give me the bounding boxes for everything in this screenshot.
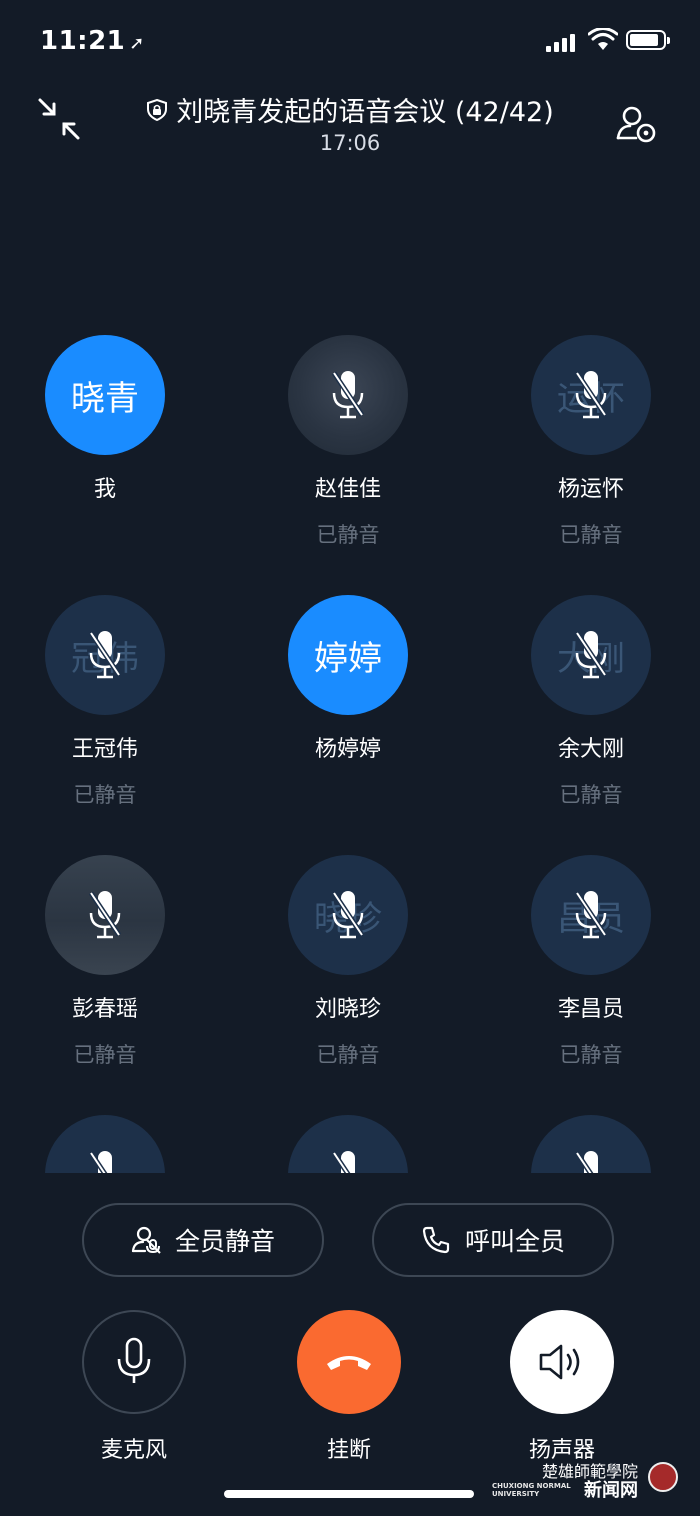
hang-up-button[interactable] [297, 1310, 401, 1414]
muted-status: 已静音 [73, 1043, 137, 1067]
home-indicator[interactable] [224, 1490, 474, 1498]
avatar: 运怀 [531, 335, 651, 455]
university-watermark: 楚雄師範學院 CHUXIONG NORMAL UNIVERSITY 新闻网 [492, 1458, 682, 1501]
hang-up-label: 挂断 [326, 1438, 371, 1463]
mic-muted-icon [88, 631, 122, 679]
participant-name: 余大刚 [557, 737, 624, 762]
avatar-initials: 婷婷 [314, 638, 382, 679]
avatar: 大刚 [531, 595, 651, 715]
mic-muted-icon [331, 1151, 362, 1173]
participant-tile[interactable]: 彭春瑶 已静音 [25, 855, 185, 1069]
phone-icon [422, 1226, 450, 1254]
avatar: 晓珍 [288, 855, 408, 975]
cellular-signal-icon [546, 34, 578, 52]
participant-name: 王冠伟 [71, 737, 138, 762]
muted-status: 已静音 [73, 783, 137, 807]
university-seal-icon [648, 1462, 678, 1492]
title-block: 刘晓青发起的语音会议 (42/42) 17:06 [100, 90, 600, 155]
muted-status: 已静音 [316, 523, 380, 547]
participant-tile[interactable] [268, 1115, 428, 1173]
participant-tile[interactable] [511, 1115, 671, 1173]
microphone-icon [117, 1337, 151, 1383]
call-all-label: 呼叫全员 [464, 1227, 565, 1256]
mic-muted-icon [574, 891, 608, 939]
wifi-icon [588, 28, 618, 50]
call-header: 刘晓青发起的语音会议 (42/42) 17:06 [0, 80, 700, 170]
participant-tile[interactable]: 昌员 李昌员 已静音 [511, 855, 671, 1069]
mute-all-button[interactable]: 全员静音 [82, 1203, 324, 1277]
participant-tile[interactable]: 婷婷 杨婷婷 [268, 595, 428, 763]
hangup-control[interactable]: 挂断 [279, 1310, 419, 1464]
meeting-title: 刘晓青发起的语音会议 (42/42) [146, 90, 554, 129]
battery-icon [626, 30, 670, 50]
clock-text: 11:21 [40, 26, 126, 56]
muted-status: 已静音 [316, 1043, 380, 1067]
mic-muted-icon [574, 371, 608, 419]
muted-status: 已静音 [559, 523, 623, 547]
avatar [45, 1115, 165, 1173]
participant-name: 李昌员 [557, 997, 624, 1022]
speaker-control[interactable]: 扬声器 [492, 1310, 632, 1464]
participant-tile[interactable]: 冠伟 王冠伟 已静音 [25, 595, 185, 809]
microphone-label: 麦克风 [100, 1438, 167, 1463]
participant-name: 杨运怀 [557, 477, 624, 502]
watermark-news: 新闻网 [584, 1480, 638, 1501]
status-bar: 11:21 ➚ [0, 0, 700, 80]
avatar: 婷婷 [288, 595, 408, 715]
hang-up-icon [327, 1356, 371, 1370]
manage-members-icon[interactable] [614, 102, 658, 146]
avatar: 冠伟 [45, 595, 165, 715]
call-all-button[interactable]: 呼叫全员 [372, 1203, 614, 1277]
call-duration: 17:06 [319, 131, 381, 155]
participant-name: 赵佳佳 [314, 477, 381, 502]
microphone-button[interactable] [82, 1310, 186, 1414]
participant-tile[interactable] [25, 1115, 185, 1173]
microphone-control[interactable]: 麦克风 [64, 1310, 204, 1464]
participant-tile[interactable]: 晓青 我 [25, 335, 185, 503]
meeting-title-text: 刘晓青发起的语音会议 (42/42) [176, 97, 554, 128]
participant-tile[interactable]: 运怀 杨运怀 已静音 [511, 335, 671, 549]
participant-name: 刘晓珍 [314, 997, 381, 1022]
watermark-en: CHUXIONG NORMAL UNIVERSITY [492, 1482, 571, 1498]
status-time: 11:21 ➚ [40, 26, 145, 56]
avatar-initials: 晓青 [71, 378, 139, 419]
avatar [288, 1115, 408, 1173]
participant-grid: 晓青 我 赵佳佳 已静音 运怀 杨运怀 已静音 冠伟 王冠伟 已静音 婷婷 杨婷… [0, 335, 700, 1173]
mic-muted-icon [88, 891, 122, 939]
avatar [531, 1115, 651, 1173]
mute-all-icon [131, 1226, 161, 1254]
participant-tile[interactable]: 晓珍 刘晓珍 已静音 [268, 855, 428, 1069]
avatar: 晓青 [45, 335, 165, 455]
mic-muted-icon [88, 1151, 119, 1173]
mic-muted-icon [574, 631, 608, 679]
muted-status: 已静音 [559, 1043, 623, 1067]
participant-tile[interactable]: 大刚 余大刚 已静音 [511, 595, 671, 809]
avatar: 昌员 [531, 855, 651, 975]
participant-name: 杨婷婷 [314, 737, 381, 762]
mic-muted-icon [331, 371, 365, 419]
mute-all-label: 全员静音 [174, 1227, 275, 1256]
avatar [288, 335, 408, 455]
participant-name: 我 [93, 477, 116, 502]
participant-name: 彭春瑶 [71, 997, 138, 1022]
participant-tile[interactable]: 赵佳佳 已静音 [268, 335, 428, 549]
mic-muted-icon [331, 891, 365, 939]
avatar [45, 855, 165, 975]
location-arrow-icon: ➚ [129, 33, 145, 54]
speaker-button[interactable] [510, 1310, 614, 1414]
mic-muted-icon [574, 1151, 605, 1173]
minimize-call-icon[interactable] [36, 96, 82, 142]
speaker-icon [539, 1344, 580, 1380]
encrypted-lock-icon [147, 98, 168, 121]
muted-status: 已静音 [559, 783, 623, 807]
